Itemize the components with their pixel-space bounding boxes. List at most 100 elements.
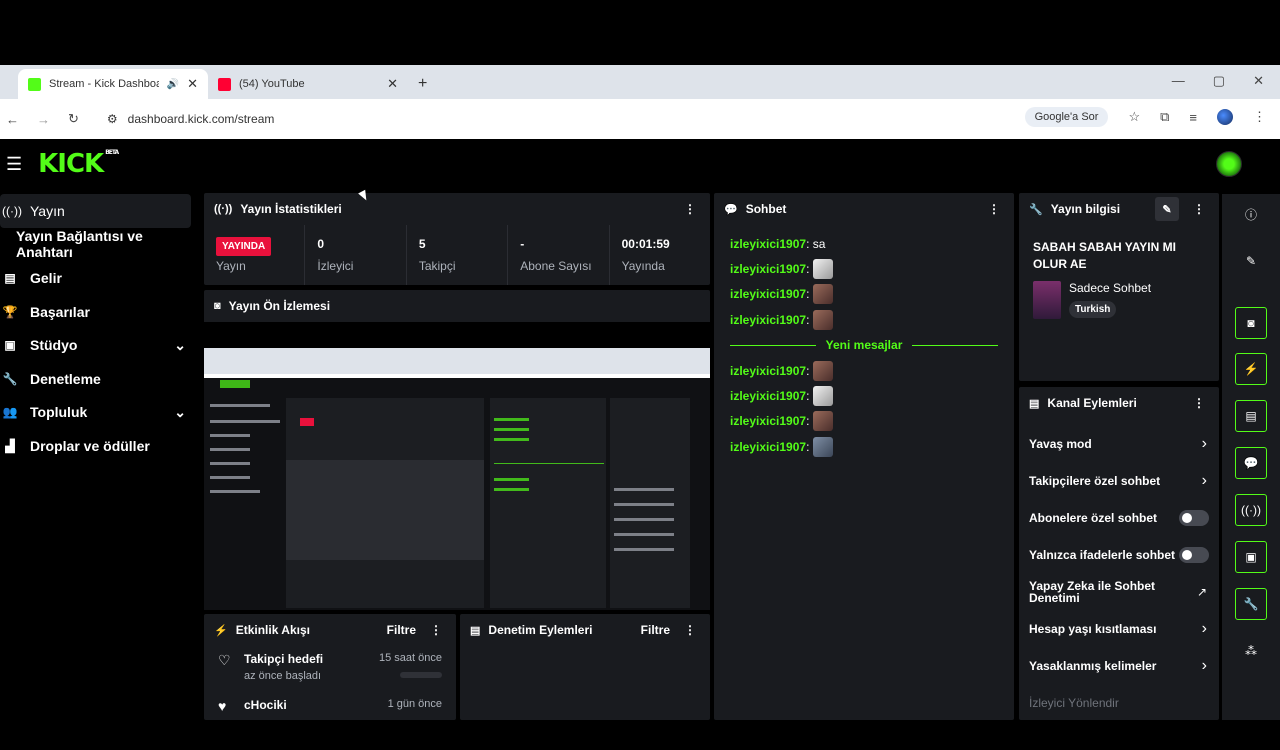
site-info-icon[interactable]: ⚙ <box>107 112 118 126</box>
window-close-icon[interactable]: ✕ <box>1253 73 1264 89</box>
chat-message: izleyixici1907: sa <box>730 236 826 251</box>
extensions-icon[interactable]: ⧉ <box>1160 109 1169 125</box>
sidebar-item-label: Stüdyo <box>30 337 78 354</box>
stat-label: İzleyici <box>317 259 354 273</box>
chat-message: izleyixici1907: <box>730 307 998 332</box>
more-options-icon[interactable]: ⋮ <box>1193 396 1205 410</box>
chat-username[interactable]: izleyixici1907 <box>730 364 806 378</box>
channel-actions-panel: ▤ Kanal Eylemleri ⋮ Yavaş mod › Takipçil… <box>1019 387 1219 720</box>
chat-username[interactable]: izleyixici1907 <box>730 440 806 454</box>
activity-title: cHociki <box>244 698 287 712</box>
sidebar-item-gelir[interactable]: ▤ Gelir <box>0 261 200 295</box>
emotes-only-item: Yalnızca ifadelerle sohbet <box>1019 536 1219 573</box>
chart-icon: ▤ <box>4 270 16 285</box>
chat-username[interactable]: izleyixici1907 <box>730 414 806 428</box>
clip-icon[interactable]: ◙ <box>1235 307 1267 339</box>
chat-username[interactable]: izleyixici1907 <box>730 313 806 327</box>
bookmark-star-icon[interactable]: ☆ <box>1128 109 1140 125</box>
banned-words-item[interactable]: Yasaklanmış kelimeler › <box>1019 647 1219 684</box>
profile-avatar[interactable] <box>1217 109 1233 125</box>
sidebar-item-topluluk[interactable]: 👥 Topluluk ⌄ <box>0 396 200 430</box>
ai-moderation-item[interactable]: Yapay Zeka ile Sohbet Denetimi ↗ <box>1019 573 1219 610</box>
document-icon[interactable]: ▤ <box>1235 400 1267 432</box>
sidebar-item-denetleme[interactable]: 🔧 Denetleme <box>0 362 200 396</box>
reload-icon[interactable]: ↻ <box>68 111 79 127</box>
chat-message: izleyixici1907: <box>730 358 998 383</box>
edit-pencil-icon[interactable]: ✎ <box>1235 245 1267 277</box>
edit-pencil-icon[interactable]: ✎ <box>1155 197 1179 221</box>
wrench-icon[interactable]: 🔧 <box>1235 588 1267 620</box>
more-options-icon[interactable]: ⋮ <box>1193 202 1205 216</box>
chat-message: izleyixici1907: <box>730 434 998 459</box>
chat-panel: 💬 Sohbet ⋮ izleyixici1907: sa izleyixici… <box>714 193 1014 720</box>
new-messages-divider[interactable]: Yeni mesajlar <box>730 338 998 352</box>
raid-viewers-item[interactable]: İzleyici Yönlendir <box>1019 684 1219 721</box>
external-link-icon: ↗ <box>1196 584 1207 599</box>
more-options-icon[interactable]: ⋮ <box>988 202 1000 216</box>
hamburger-menu-icon[interactable]: ☰ <box>6 154 22 175</box>
close-tab-icon[interactable]: ✕ <box>387 76 398 92</box>
minimize-icon[interactable]: — <box>1172 73 1185 89</box>
browser-menu-icon[interactable]: ⋮ <box>1253 109 1266 125</box>
subscribers-only-toggle[interactable] <box>1179 509 1209 526</box>
emote-icon <box>813 436 834 457</box>
sidebar-item-stream-key[interactable]: Yayın Bağlantısı ve Anahtarı <box>0 228 200 262</box>
followers-only-item[interactable]: Takipçilere özel sohbet › <box>1019 462 1219 499</box>
new-tab-icon[interactable]: + <box>418 75 427 93</box>
sidebar-item-basarilar[interactable]: 🏆 Başarılar <box>0 295 200 329</box>
stream-preview-video[interactable] <box>204 322 710 612</box>
category-thumbnail[interactable] <box>1033 281 1061 319</box>
panel-title: Yayın Ön İzlemesi <box>228 299 331 313</box>
heart-icon: ♥ <box>218 698 227 714</box>
kick-logo[interactable]: KICK BETA <box>38 149 119 179</box>
forward-icon[interactable]: → <box>37 112 50 127</box>
emotes-only-toggle[interactable] <box>1179 546 1209 563</box>
category-name[interactable]: Sadece Sohbet <box>1069 281 1151 295</box>
broadcast-icon[interactable]: ((·)) <box>1235 494 1267 526</box>
sidebar-item-droplar[interactable]: ▟ Droplar ve ödüller <box>0 429 200 463</box>
sidebar-item-studyo[interactable]: ▣ Stüdyo ⌄ <box>0 328 200 362</box>
chat-username[interactable]: izleyixici1907 <box>730 287 806 301</box>
slow-mode-item[interactable]: Yavaş mod › <box>1019 425 1219 462</box>
speaker-icon[interactable]: 🔊 <box>167 79 179 90</box>
window-controls: — ▢ ✕ <box>1172 73 1264 89</box>
activity-list: ♡ Takipçi hedefi az önce başladı 15 saat… <box>204 646 456 750</box>
address-bar[interactable]: ⚙ dashboard.kick.com/stream <box>107 112 275 126</box>
maximize-icon[interactable]: ▢ <box>1213 73 1225 89</box>
chat-username[interactable]: izleyixici1907 <box>730 237 806 251</box>
toolbar-right: Google'a Sor ☆ ⧉ ≡ ⋮ <box>1024 107 1266 127</box>
lightning-icon[interactable]: ⚡ <box>1235 353 1267 385</box>
stat-value: 5 <box>418 237 426 251</box>
media-control-icon[interactable]: ≡ <box>1189 110 1197 125</box>
tab-youtube[interactable]: (54) YouTube ✕ <box>208 69 408 99</box>
user-avatar[interactable] <box>1216 151 1242 177</box>
new-messages-label: Yeni mesajlar <box>825 338 903 353</box>
panel-title: Yayın İstatistikleri <box>240 202 342 216</box>
filter-button[interactable]: Filtre <box>387 623 416 637</box>
emote-icon <box>813 284 834 305</box>
more-options-icon[interactable]: ⋮ <box>684 202 696 216</box>
chat-username[interactable]: izleyixici1907 <box>730 262 806 276</box>
google-ask-button[interactable]: Google'a Sor <box>1024 107 1109 127</box>
info-icon[interactable]: ⓘ <box>1235 198 1267 230</box>
clipboard-icon: ▤ <box>1029 397 1040 410</box>
more-options-icon[interactable]: ⋮ <box>430 623 442 637</box>
close-tab-icon[interactable]: ✕ <box>187 76 198 92</box>
stream-info-panel: 🔧 Yayın bilgisi ✎ ⋮ SABAH SABAH YAYIN MI… <box>1019 193 1219 381</box>
more-options-icon[interactable]: ⋮ <box>684 623 696 637</box>
cluster-icon[interactable]: ⁂ <box>1235 635 1267 667</box>
sidebar-item-label: Gelir <box>30 269 62 286</box>
chat-bubble-icon[interactable]: 💬 <box>1235 447 1267 479</box>
filter-button[interactable]: Filtre <box>641 623 670 637</box>
chat-username[interactable]: izleyixici1907 <box>730 389 806 403</box>
layout-icon[interactable]: ▣ <box>1235 541 1267 573</box>
account-age-item[interactable]: Hesap yaşı kısıtlaması › <box>1019 610 1219 647</box>
emote-icon <box>813 386 834 407</box>
preview-thumbnail <box>204 348 710 610</box>
sidebar-item-yayin[interactable]: ((·)) Yayın <box>0 194 191 228</box>
panel-header: ◙ Yayın Ön İzlemesi <box>204 290 710 322</box>
stat-uptime: 00:01:59 Yayında <box>610 225 710 285</box>
chevron-down-icon: ⌄ <box>174 336 186 353</box>
tab-kick-dashboard[interactable]: Stream - Kick Dashboard 🔊 ✕ <box>18 69 208 99</box>
back-icon[interactable]: ← <box>6 112 19 127</box>
